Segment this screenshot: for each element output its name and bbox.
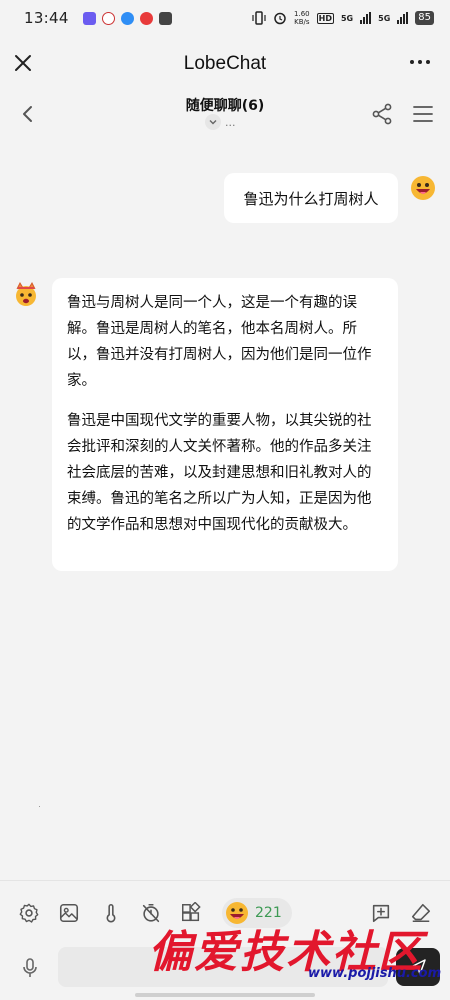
- network-type: 5G: [378, 13, 391, 23]
- user-message: 鲁迅为什么打周树人: [224, 173, 398, 223]
- hd-badge: HD: [316, 12, 334, 24]
- status-time: 13:44: [24, 9, 69, 27]
- watermark: 偏爱技术社区 www.pojjishu.com: [148, 916, 450, 988]
- battery-indicator: 85: [415, 11, 434, 25]
- close-icon[interactable]: [11, 51, 35, 75]
- thermometer-icon[interactable]: [100, 902, 122, 924]
- assistant-paragraph: 鲁迅与周树人是同一个人，这是一个有趣的误解。鲁迅是周树人的笔名，他本名周树人。所…: [67, 295, 372, 389]
- app-notification-icon: [120, 11, 134, 25]
- status-bar: 13:44 1.60 KB/s HD 5G 5G 85: [0, 0, 450, 36]
- app-header: LobeChat: [0, 38, 450, 90]
- menu-icon[interactable]: [412, 104, 434, 124]
- mic-icon[interactable]: [21, 957, 39, 979]
- play-icon: [158, 11, 172, 25]
- app-notification-icon: [139, 11, 153, 25]
- vibrate-icon: [252, 11, 266, 25]
- share-icon[interactable]: [370, 102, 394, 126]
- image-icon[interactable]: [58, 902, 80, 924]
- more-icon[interactable]: [410, 60, 430, 64]
- signal-icon: [397, 12, 409, 24]
- alarm-icon: [274, 12, 286, 25]
- user-avatar-icon[interactable]: [410, 175, 436, 201]
- watermark-url: www.pojjishu.com: [308, 966, 442, 981]
- gear-icon[interactable]: [18, 902, 40, 924]
- divider-dot: [39, 806, 40, 807]
- user-message-text: 鲁迅为什么打周树人: [243, 189, 379, 208]
- weibo-icon: [101, 11, 115, 25]
- chat-subtitle-text: ...: [225, 115, 236, 129]
- assistant-message: 鲁迅与周树人是同一个人，这是一个有趣的误解。鲁迅是周树人的笔名，他本名周树人。所…: [52, 278, 398, 571]
- assistant-avatar-icon[interactable]: [12, 280, 40, 308]
- chat-header: 随便聊聊(6) ...: [0, 90, 450, 140]
- network-speed: 1.60 KB/s: [294, 10, 310, 26]
- app-notification-icon: [82, 11, 96, 25]
- chat-subtitle[interactable]: ...: [205, 114, 236, 130]
- assistant-paragraph: 鲁迅是中国现代文学的重要人物，以其尖锐的社会批评和深刻的人文关怀著称。他的作品多…: [67, 413, 372, 533]
- network-type: 5G: [340, 13, 354, 23]
- app-title: LobeChat: [183, 53, 267, 74]
- home-indicator: [135, 993, 315, 997]
- signal-icon: [360, 12, 372, 24]
- chevron-down-icon[interactable]: [205, 114, 221, 130]
